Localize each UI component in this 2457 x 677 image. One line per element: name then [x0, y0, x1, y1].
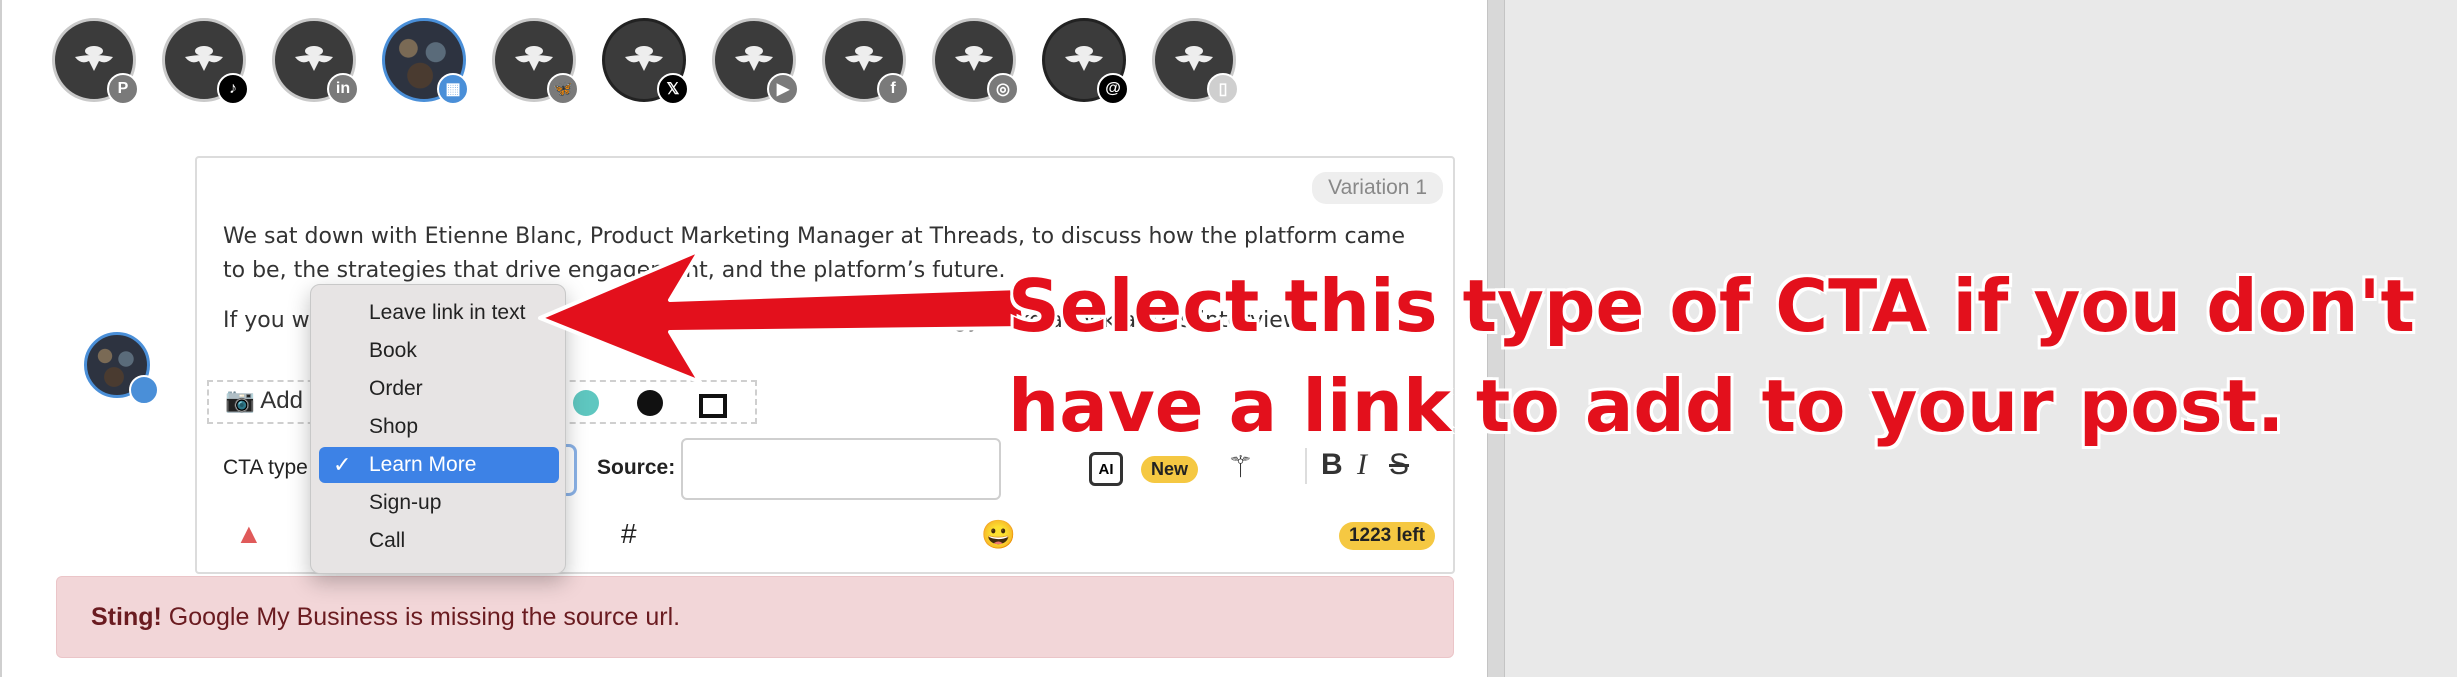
instagram-icon: ◎ — [987, 73, 1019, 105]
unsplash-icon[interactable] — [699, 394, 727, 418]
brand-logo-icon — [185, 46, 223, 71]
google-business-icon — [129, 375, 159, 405]
alert-body: Google My Business is missing the source… — [161, 603, 681, 631]
linkedin-icon: in — [327, 73, 359, 105]
new-badge: New — [1141, 456, 1199, 483]
annotation-line: have a link to add to your post. — [1008, 364, 2285, 448]
profile-mobile[interactable]: ▯ — [1152, 18, 1239, 105]
left-border — [0, 0, 2, 677]
x-icon: 𝕏 — [657, 73, 689, 105]
variation-tab[interactable]: Variation 1 — [1312, 172, 1443, 204]
threads-icon: @ — [1097, 73, 1129, 105]
alert-title: Sting! — [91, 603, 162, 631]
tiktok-icon: ♪ — [217, 73, 249, 105]
post-account-avatar — [84, 332, 159, 405]
add-media-button[interactable]: 📷 Add — [225, 386, 303, 415]
brand-logo-icon — [845, 46, 883, 71]
brand-logo-icon — [515, 46, 553, 71]
brand-logo-icon — [1065, 46, 1103, 71]
profile-threads[interactable]: @ — [1042, 18, 1129, 105]
google-business-icon: ▦ — [437, 73, 469, 105]
source-url-input[interactable] — [681, 438, 1001, 500]
profile-pinterest[interactable]: P — [52, 18, 139, 105]
brand-logo-icon — [955, 46, 993, 71]
cta-type-label: CTA type — [223, 456, 308, 479]
brand-logo-icon — [75, 46, 113, 71]
ai-assistant-icon[interactable]: AI — [1089, 452, 1123, 486]
emoji-icon[interactable]: 😀 — [981, 518, 1016, 551]
cta-option-selected[interactable]: ✓ Learn More — [319, 447, 559, 483]
error-alert: Sting! Google My Business is missing the… — [56, 576, 1454, 658]
brand-logo-icon — [295, 46, 333, 71]
camera-icon: 📷 — [225, 387, 255, 414]
warning-icon[interactable]: ▲ — [235, 518, 263, 550]
profile-instagram[interactable]: ◎ — [932, 18, 1019, 105]
bluesky-icon: 🦋 — [547, 73, 579, 105]
youtube-icon: ▶ — [767, 73, 799, 105]
annotation-arrow-icon — [538, 248, 1027, 384]
add-media-label: Add — [260, 387, 303, 414]
cta-option[interactable]: Sign-up — [319, 485, 559, 521]
pinterest-icon: P — [107, 73, 139, 105]
cta-option[interactable]: Call — [319, 523, 559, 559]
source-label: Source: — [597, 456, 676, 479]
brand-logo-icon — [625, 46, 663, 71]
brand-logo-icon — [735, 46, 773, 71]
cta-option-label: Learn More — [369, 453, 477, 476]
annotation-callout: Select this type of CTA if you don't hav… — [1008, 256, 2428, 456]
alert-message: Sting! Google My Business is missing the… — [91, 603, 680, 632]
checkmark-icon: ✓ — [333, 452, 352, 477]
profile-youtube[interactable]: ▶ — [712, 18, 799, 105]
profile-bluesky[interactable]: 🦋 — [492, 18, 579, 105]
profile-tiktok[interactable]: ♪ — [162, 18, 249, 105]
profile-google-business[interactable]: ▦ — [382, 18, 469, 105]
character-count-badge: 1223 left — [1338, 522, 1435, 550]
gdrive-icon[interactable] — [637, 390, 663, 416]
mobile-icon: ▯ — [1207, 73, 1239, 105]
canva-icon[interactable] — [573, 390, 599, 416]
profile-linkedin[interactable]: in — [272, 18, 359, 105]
annotation-line: Select this type of CTA if you don't — [1008, 264, 2415, 348]
hashtag-icon[interactable]: # — [621, 518, 637, 550]
brand-logo-icon — [1175, 46, 1213, 71]
profile-facebook[interactable]: f — [822, 18, 909, 105]
facebook-icon: f — [877, 73, 909, 105]
cta-option[interactable]: Shop — [319, 409, 559, 445]
profile-x[interactable]: 𝕏 — [602, 18, 689, 105]
